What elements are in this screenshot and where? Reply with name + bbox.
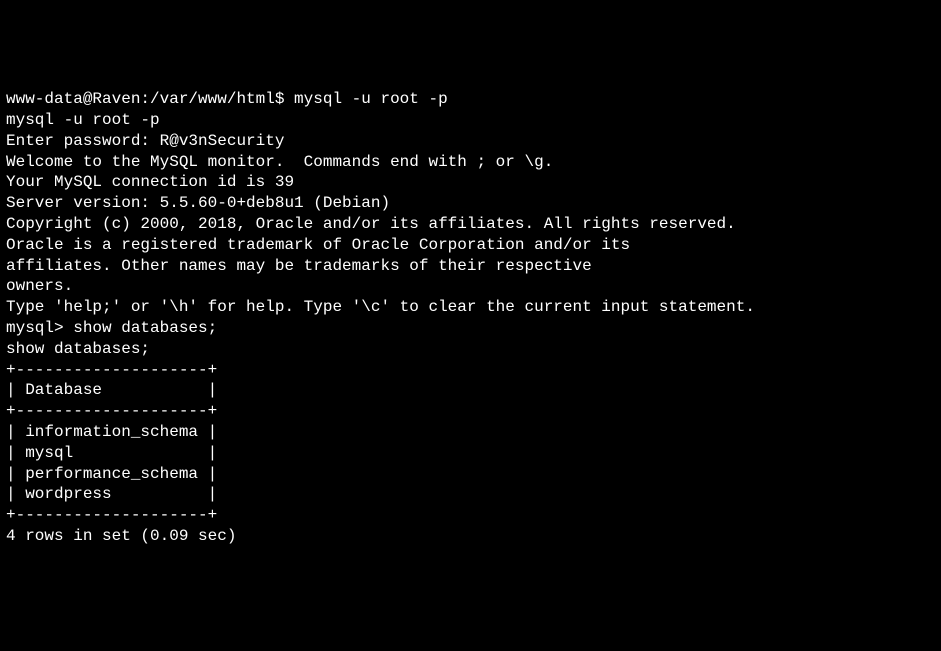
shell-prompt-line: www-data@Raven:/var/www/html$ mysql -u r… — [6, 89, 935, 110]
table-row: | information_schema | — [6, 422, 935, 443]
terminal-output[interactable]: www-data@Raven:/var/www/html$ mysql -u r… — [6, 89, 935, 547]
mysql-command-echo: show databases; — [6, 339, 935, 360]
mysql-copyright-line: Copyright (c) 2000, 2018, Oracle and/or … — [6, 214, 935, 235]
table-border: +--------------------+ — [6, 360, 935, 381]
mysql-connection-id-line: Your MySQL connection id is 39 — [6, 172, 935, 193]
mysql-trademark-line: owners. — [6, 276, 935, 297]
table-row: | wordpress | — [6, 484, 935, 505]
password-prompt-line: Enter password: R@v3nSecurity — [6, 131, 935, 152]
table-border: +--------------------+ — [6, 401, 935, 422]
mysql-welcome-line: Welcome to the MySQL monitor. Commands e… — [6, 152, 935, 173]
mysql-trademark-line: affiliates. Other names may be trademark… — [6, 256, 935, 277]
mysql-server-version-line: Server version: 5.5.60-0+deb8u1 (Debian) — [6, 193, 935, 214]
result-summary-line: 4 rows in set (0.09 sec) — [6, 526, 935, 547]
mysql-trademark-line: Oracle is a registered trademark of Orac… — [6, 235, 935, 256]
table-border: +--------------------+ — [6, 505, 935, 526]
table-header: | Database | — [6, 380, 935, 401]
table-row: | mysql | — [6, 443, 935, 464]
command-echo: mysql -u root -p — [6, 110, 935, 131]
mysql-help-hint-line: Type 'help;' or '\h' for help. Type '\c'… — [6, 297, 935, 318]
mysql-prompt-line: mysql> show databases; — [6, 318, 935, 339]
table-row: | performance_schema | — [6, 464, 935, 485]
